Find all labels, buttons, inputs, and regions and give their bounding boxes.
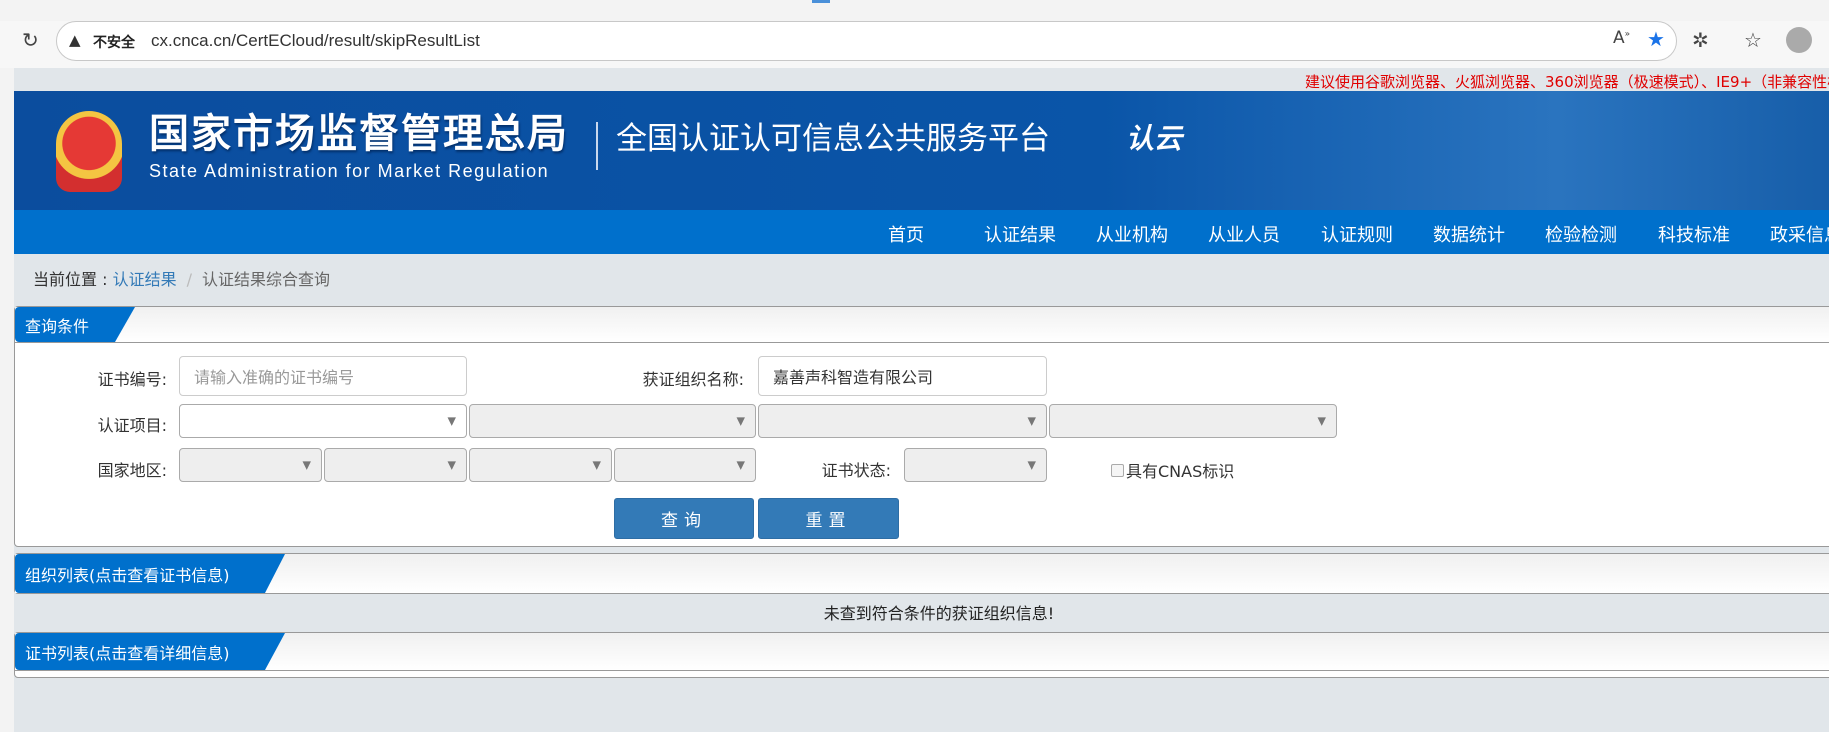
- org-name-label: 获证组织名称:: [642, 370, 744, 389]
- cert-list-header: 证书列表(点击查看详细信息): [15, 633, 1829, 671]
- region-label: 国家地区:: [97, 461, 167, 480]
- warning-icon: ▲: [69, 31, 81, 49]
- cert-project-label: 认证项目:: [97, 416, 167, 435]
- url-text: cx.cnca.cn/CertECloud/result/skipResultL…: [151, 31, 480, 50]
- active-tab-indicator[interactable]: [812, 0, 830, 3]
- region-select-4[interactable]: ▼: [614, 448, 756, 482]
- dropdown-arrow-icon: ▼: [1027, 414, 1036, 428]
- org-name-input[interactable]: 嘉善声科智造有限公司: [758, 356, 1047, 396]
- nav-cert-results[interactable]: 认证结果: [984, 221, 1056, 247]
- region-select-3[interactable]: ▼: [469, 448, 612, 482]
- breadcrumb-current: 认证结果综合查询: [201, 270, 330, 289]
- nav-standards[interactable]: 科技标准: [1658, 221, 1730, 247]
- notice-text: 建议使用谷歌浏览器、火狐浏览器、360浏览器（极速模式）、IE9+（非兼容性模式…: [1305, 73, 1829, 91]
- dropdown-arrow-icon: ▼: [1317, 414, 1326, 428]
- nav-statistics[interactable]: 数据统计: [1433, 221, 1505, 247]
- agency-title: 国家市场监督管理总局: [149, 111, 569, 157]
- main-nav: 首页 认证结果 从业机构 从业人员 认证规则 数据统计 检验检测 科技标准 政采…: [14, 210, 1829, 254]
- header-divider: [596, 122, 598, 170]
- cert-project-select-4[interactable]: ▼: [1049, 404, 1337, 438]
- breadcrumb: 当前位置 : 认证结果 / 认证结果综合查询: [33, 266, 330, 290]
- favorites-icon[interactable]: ☆: [1744, 28, 1762, 52]
- dropdown-arrow-icon: ▼: [447, 414, 456, 428]
- renyun-logo: 认云: [1126, 122, 1183, 155]
- nav-inspection[interactable]: 检验检测: [1545, 221, 1617, 247]
- agency-title-en: State Administration for Market Regulati…: [149, 161, 550, 181]
- browser-notice: 建议使用谷歌浏览器、火狐浏览器、360浏览器（极速模式）、IE9+（非兼容性模式…: [14, 68, 1829, 91]
- nav-procurement[interactable]: 政采信息: [1770, 221, 1829, 247]
- nav-home[interactable]: 首页: [888, 221, 924, 247]
- cert-status-select[interactable]: ▼: [904, 448, 1047, 482]
- national-emblem-icon: [56, 111, 122, 192]
- dropdown-arrow-icon: ▼: [736, 414, 745, 428]
- reset-button[interactable]: 重置: [758, 498, 899, 539]
- cert-status-label: 证书状态:: [821, 461, 891, 480]
- read-aloud-icon[interactable]: A»: [1613, 28, 1630, 48]
- reload-icon[interactable]: ↻: [22, 28, 39, 52]
- nav-institutions[interactable]: 从业机构: [1096, 221, 1168, 247]
- dropdown-arrow-icon: ▼: [302, 458, 311, 472]
- empty-result-message: 未查到符合条件的获证组织信息!: [823, 604, 1055, 623]
- profile-avatar-icon[interactable]: [1786, 27, 1812, 53]
- cert-project-select-3[interactable]: ▼: [758, 404, 1047, 438]
- dropdown-arrow-icon: ▼: [1027, 458, 1036, 472]
- platform-title: 全国认证认可信息公共服务平台: [616, 121, 1050, 157]
- cnas-label: 具有CNAS标识: [1126, 462, 1235, 481]
- cnas-checkbox[interactable]: 具有CNAS标识: [1111, 458, 1234, 482]
- region-select-1[interactable]: ▼: [179, 448, 322, 482]
- breadcrumb-separator: /: [186, 270, 192, 289]
- breadcrumb-prefix: 当前位置 :: [33, 270, 113, 289]
- dropdown-arrow-icon: ▼: [736, 458, 745, 472]
- region-select-2[interactable]: ▼: [324, 448, 467, 482]
- org-list-header: 组织列表(点击查看证书信息): [15, 554, 1829, 593]
- org-list-title: 组织列表(点击查看证书信息): [15, 554, 285, 593]
- cert-project-select-1[interactable]: ▼: [179, 404, 467, 438]
- cert-list-panel: 证书列表(点击查看详细信息): [14, 632, 1829, 678]
- dropdown-arrow-icon: ▼: [447, 458, 456, 472]
- checkbox-box[interactable]: [1111, 463, 1124, 477]
- browser-tab-strip: [0, 0, 1829, 21]
- dropdown-arrow-icon: ▼: [592, 458, 601, 472]
- favorite-star-icon[interactable]: ★: [1647, 27, 1665, 51]
- breadcrumb-link[interactable]: 认证结果: [113, 270, 177, 289]
- query-panel-header: 查询条件: [15, 307, 1829, 343]
- extensions-icon[interactable]: ✲: [1692, 28, 1709, 52]
- nav-rules[interactable]: 认证规则: [1321, 221, 1393, 247]
- cert-project-select-2[interactable]: ▼: [469, 404, 756, 438]
- org-list-panel: 组织列表(点击查看证书信息): [14, 553, 1829, 594]
- search-button[interactable]: 查询: [614, 498, 754, 539]
- address-bar[interactable]: ▲ 不安全 cx.cnca.cn/CertECloud/result/skipR…: [56, 21, 1677, 61]
- site-header: 国家市场监督管理总局 State Administration for Mark…: [14, 91, 1829, 210]
- cert-no-input[interactable]: 请输入准确的证书编号: [179, 356, 467, 396]
- nav-personnel[interactable]: 从业人员: [1208, 221, 1280, 247]
- cert-list-title: 证书列表(点击查看详细信息): [15, 633, 285, 670]
- query-panel-title: 查询条件: [15, 307, 135, 342]
- browser-side-strip: [0, 68, 14, 732]
- not-secure-label: 不安全: [93, 35, 135, 51]
- cert-no-label: 证书编号:: [97, 370, 167, 389]
